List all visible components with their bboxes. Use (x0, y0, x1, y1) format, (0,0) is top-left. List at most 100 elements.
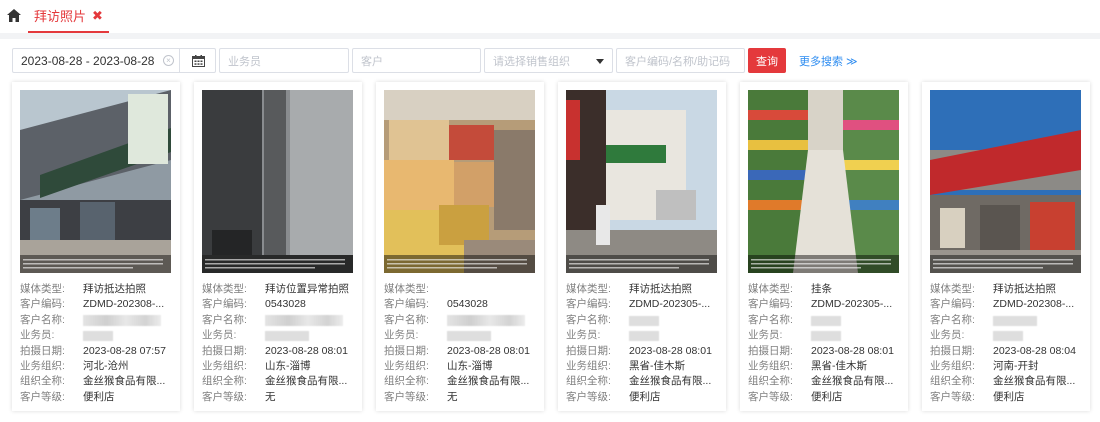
org-full-name: 金丝猴食品有限... (83, 375, 166, 388)
tab-label: 拜访照片 (34, 9, 87, 24)
salesman-redacted (811, 331, 841, 342)
customer-name-redacted (447, 314, 525, 326)
watermark-text-line (23, 259, 163, 261)
media-type: 拜访抵达拍照 (629, 283, 692, 295)
store-photo[interactable] (384, 90, 535, 273)
watermark-text-line (205, 267, 315, 269)
business-org: 山东-淄博 (447, 359, 493, 372)
photo-card[interactable]: 媒体类型: 挂条 客户编码: ZDMD-202305-... 客户名称: 业务员: … (740, 82, 908, 411)
org-full-name: 金丝猴食品有限... (629, 375, 712, 388)
media-type: 拜访抵达拍照 (993, 283, 1056, 295)
org-full-name: 金丝猴食品有限... (265, 375, 348, 388)
customer-level: 无 (447, 390, 458, 403)
divider-band (0, 33, 1100, 39)
customer-code: ZDMD-202305-... (629, 298, 711, 311)
customer-name-redacted (629, 315, 659, 326)
customer-name-redacted (993, 315, 1037, 326)
org-full-name: 金丝猴食品有限... (811, 375, 894, 388)
customer-name-redacted (811, 315, 841, 326)
photo-card[interactable]: 媒体类型: 客户编码: 0543028 客户名称: 业务员: 拍摄日期: 2023-… (376, 82, 544, 411)
customer-name-redacted (265, 314, 343, 326)
watermark-text-line (933, 263, 1073, 265)
media-type: 拜访抵达拍照 (83, 283, 146, 295)
business-org: 黑省-佳木斯 (811, 359, 867, 372)
business-org: 山东-淄博 (265, 359, 311, 372)
caret-down-icon (596, 59, 604, 64)
shoot-date: 2023-08-28 08:01 (447, 344, 530, 357)
shoot-date: 2023-08-28 08:04 (993, 344, 1076, 357)
photo-card[interactable]: 媒体类型: 拜访位置异常拍照 客户编码: 0543028 客户名称: 业务员: 拍摄… (194, 82, 362, 411)
card-info: 媒体类型: 挂条 客户编码: ZDMD-202305-... 客户名称: 业务员: … (748, 282, 903, 405)
salesman-redacted (993, 331, 1023, 342)
customer-level: 便利店 (811, 390, 843, 403)
business-org: 河南-开封 (993, 359, 1039, 372)
business-org: 河北-沧州 (83, 359, 129, 372)
photo-card[interactable]: 媒体类型: 拜访抵达拍照 客户编码: ZDMD-202308-... 客户名称: 业… (922, 82, 1090, 411)
customer-level: 便利店 (83, 390, 115, 403)
customer-code: ZDMD-202308-... (993, 298, 1075, 311)
home-icon[interactable] (7, 9, 21, 22)
store-photo[interactable] (20, 90, 171, 273)
shoot-date: 2023-08-28 07:57 (83, 344, 166, 357)
store-photo[interactable] (566, 90, 717, 273)
watermark-text-line (387, 259, 527, 261)
customer-level: 便利店 (629, 390, 661, 403)
store-photo[interactable] (930, 90, 1081, 273)
customer-input[interactable]: 客户 (352, 48, 481, 73)
customer-name-redacted (83, 314, 161, 326)
shoot-date: 2023-08-28 08:01 (629, 344, 712, 357)
shoot-date: 2023-08-28 08:01 (265, 344, 348, 357)
tab-visit-photos[interactable]: 拜访照片 ✖ (28, 0, 109, 33)
calendar-icon[interactable] (179, 49, 216, 72)
watermark-text-line (933, 259, 1073, 261)
date-range-value: 2023-08-28 - 2023-08-28 (21, 53, 155, 68)
watermark-text-line (569, 267, 679, 269)
org-full-name: 金丝猴食品有限... (447, 375, 530, 388)
photo-card[interactable]: 媒体类型: 拜访抵达拍照 客户编码: ZDMD-202305-... 客户名称: 业… (558, 82, 726, 411)
close-icon[interactable]: ✖ (92, 8, 103, 24)
customer-level: 无 (265, 390, 276, 403)
watermark-text-line (751, 267, 861, 269)
watermark-text-line (23, 263, 163, 265)
salesman-redacted (447, 331, 491, 342)
watermark-text-line (387, 263, 527, 265)
salesman-redacted (83, 331, 113, 342)
date-range-input[interactable]: 2023-08-28 - 2023-08-28 × (12, 48, 216, 73)
watermark-text-line (569, 259, 709, 261)
watermark-text-line (23, 267, 133, 269)
store-photo[interactable] (202, 90, 353, 273)
sales-org-placeholder: 请选择销售组织 (493, 55, 570, 68)
watermark-text-line (387, 267, 497, 269)
customer-level: 便利店 (993, 390, 1025, 403)
customer-code-input[interactable]: 客户编码/名称/助记码 (616, 48, 745, 73)
customer-code: ZDMD-202308-... (83, 298, 165, 311)
customer-code: 0543028 (265, 298, 306, 311)
card-info: 媒体类型: 拜访抵达拍照 客户编码: ZDMD-202308-... 客户名称: 业… (930, 282, 1085, 405)
salesman-redacted (265, 331, 309, 342)
photo-card[interactable]: 媒体类型: 拜访抵达拍照 客户编码: ZDMD-202308-... 客户名称: 业… (12, 82, 180, 411)
watermark-text-line (569, 263, 709, 265)
customer-code: ZDMD-202305-... (811, 298, 893, 311)
tab-bar: 拜访照片 ✖ (0, 0, 1100, 33)
media-type: 挂条 (811, 283, 832, 295)
watermark-text-line (205, 263, 345, 265)
shoot-date: 2023-08-28 08:01 (811, 344, 894, 357)
card-info: 媒体类型: 拜访位置异常拍照 客户编码: 0543028 客户名称: 业务员: 拍摄… (202, 282, 357, 405)
salesman-redacted (629, 331, 659, 342)
customer-code: 0543028 (447, 298, 488, 311)
salesman-input[interactable]: 业务员 (219, 48, 349, 73)
watermark-text-line (933, 267, 1043, 269)
org-full-name: 金丝猴食品有限... (993, 375, 1076, 388)
sales-org-select[interactable]: 请选择销售组织 (484, 48, 613, 73)
clear-icon[interactable]: × (163, 55, 174, 66)
store-photo[interactable] (748, 90, 899, 273)
media-type: 拜访位置异常拍照 (265, 283, 349, 295)
watermark-text-line (751, 259, 891, 261)
card-info: 媒体类型: 拜访抵达拍照 客户编码: ZDMD-202305-... 客户名称: 业… (566, 282, 721, 405)
more-search-link[interactable]: 更多搜索 ≫ (799, 53, 858, 69)
watermark-text-line (205, 259, 345, 261)
card-info: 媒体类型: 拜访抵达拍照 客户编码: ZDMD-202308-... 客户名称: 业… (20, 282, 175, 405)
business-org: 黑省-佳木斯 (629, 359, 685, 372)
query-button[interactable]: 查询 (748, 48, 786, 73)
card-info: 媒体类型: 客户编码: 0543028 客户名称: 业务员: 拍摄日期: 2023-… (384, 282, 539, 405)
